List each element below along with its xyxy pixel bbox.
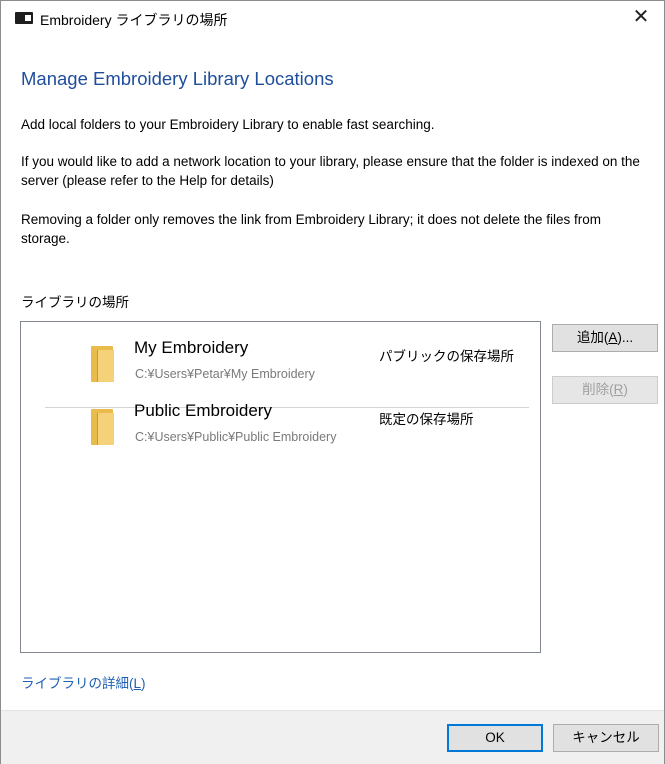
add-label-prefix: 追加( (576, 330, 609, 345)
dialog-window: Embroidery ライブラリの場所 ✕ Manage Embroidery … (0, 0, 665, 764)
library-locations-list[interactable]: My Embroidery C:¥Users¥Petar¥My Embroide… (20, 321, 541, 653)
location-type: パブリックの保存場所 (379, 349, 514, 364)
library-locations-label: ライブラリの場所 (21, 295, 129, 310)
embroidery-app-icon (15, 12, 33, 24)
description-paragraph-1: Add local folders to your Embroidery Lib… (21, 117, 435, 132)
page-heading: Manage Embroidery Library Locations (21, 68, 334, 89)
location-type: 既定の保存場所 (379, 412, 474, 427)
library-details-link[interactable]: ライブラリの詳細(L) (21, 672, 146, 692)
window-title: Embroidery ライブラリの場所 (40, 12, 228, 28)
folder-icon (91, 346, 114, 382)
add-button[interactable]: 追加(A)... (552, 324, 658, 352)
add-label-suffix: )... (617, 330, 634, 345)
list-item-my-embroidery[interactable]: My Embroidery C:¥Users¥Petar¥My Embroide… (21, 336, 540, 408)
details-link-key: L (133, 676, 142, 691)
description-paragraph-3: Removing a folder only removes the link … (21, 212, 602, 246)
dialog-footer: OK キャンセル (1, 710, 664, 764)
location-name: My Embroidery (134, 338, 249, 357)
remove-accelerator-key: R (613, 382, 624, 397)
details-link-prefix: ライブラリの詳細( (21, 676, 134, 691)
location-path: C:¥Users¥Public¥Public Embroidery (135, 430, 337, 444)
ok-button[interactable]: OK (447, 724, 543, 752)
remove-button[interactable]: 削除(R) (552, 376, 658, 404)
close-button[interactable]: ✕ (618, 1, 664, 33)
location-path: C:¥Users¥Petar¥My Embroidery (135, 367, 315, 381)
remove-label-prefix: 削除( (582, 382, 614, 397)
description-paragraph-2: If you would like to add a network locat… (21, 154, 640, 188)
remove-label-suffix: ) (623, 382, 628, 397)
title-bar[interactable]: Embroidery ライブラリの場所 ✕ (1, 1, 664, 33)
location-name: Public Embroidery (134, 401, 272, 420)
folder-icon (91, 409, 114, 445)
cancel-button[interactable]: キャンセル (553, 724, 659, 752)
list-item-public-embroidery[interactable]: Public Embroidery C:¥Users¥Public¥Public… (21, 399, 540, 455)
details-link-suffix: ) (141, 676, 146, 691)
